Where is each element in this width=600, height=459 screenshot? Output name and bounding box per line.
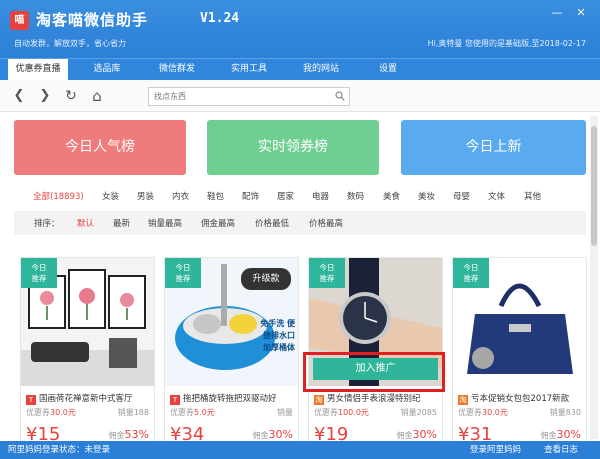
commission-rate: 佣金53% xyxy=(108,428,149,441)
sort-newest[interactable]: 最新 xyxy=(113,217,130,229)
category-all[interactable]: 全部(18893) xyxy=(33,190,84,202)
status-bar: 阿里妈妈登录状态：未登录 登录阿里妈妈 查看日志 xyxy=(0,441,600,459)
product-image: 今日 推荐 升级款 免手洗 便捷排水口 加厚桶体 xyxy=(165,258,298,386)
commission-rate: 佣金30% xyxy=(540,428,581,441)
tab-coupon-live[interactable]: 优惠券直播 xyxy=(8,59,68,81)
banner-new-today[interactable]: 今日上新 xyxy=(401,120,586,175)
recommend-badge: 今日 推荐 xyxy=(21,258,57,288)
category-other[interactable]: 其他 xyxy=(524,190,541,202)
back-button[interactable]: ❮ xyxy=(10,87,28,105)
tab-tools[interactable]: 实用工具 xyxy=(218,59,280,81)
highlight-box xyxy=(303,352,445,392)
product-card[interactable]: 今日 推荐 升级款 免手洗 便捷排水口 加厚桶体 T 拖把桶旋转拖把双驱动好 优惠券… xyxy=(164,257,299,447)
product-title[interactable]: 淘男女情侣手表浪漫特别纪 xyxy=(314,392,442,405)
app-slogan: 自动发群，解放双手，省心省力 xyxy=(14,39,126,48)
search-input[interactable] xyxy=(149,88,324,105)
category-digital[interactable]: 数码 xyxy=(347,190,364,202)
category-shoes-bags[interactable]: 鞋包 xyxy=(207,190,224,202)
product-card[interactable]: 今日 推荐 T 国画荷花禅意新中式客厅 优惠券30.0元 销量188 ¥15 佣金5… xyxy=(20,257,155,447)
forward-icon: ❯ xyxy=(39,88,51,103)
app-title: 淘客喵微信助手 xyxy=(36,11,149,29)
category-beauty[interactable]: 美妆 xyxy=(418,190,435,202)
banner-popular-today[interactable]: 今日人气榜 xyxy=(14,120,186,175)
app-logo: 喵 xyxy=(10,11,29,30)
refresh-button[interactable]: ↻ xyxy=(62,87,80,105)
home-button[interactable]: ⌂ xyxy=(88,87,106,105)
coupon-value: 优惠券5.0元 xyxy=(170,408,215,417)
coupon-value: 优惠券100.0元 xyxy=(314,408,369,417)
tmall-icon: T xyxy=(170,395,180,405)
search-icon[interactable] xyxy=(335,91,345,101)
scrollbar-thumb[interactable] xyxy=(591,126,597,246)
tab-my-site[interactable]: 我的网站 xyxy=(290,59,352,81)
minimize-button[interactable]: — xyxy=(548,6,566,20)
sales-count: 销量830 xyxy=(549,408,581,417)
search-box xyxy=(148,87,350,106)
commission-rate: 佣金30% xyxy=(252,428,293,441)
alimama-login-link[interactable]: 登录阿里妈妈 xyxy=(470,441,521,459)
sort-default[interactable]: 默认 xyxy=(77,217,94,229)
sort-bar: 排序： 默认 最新 销量最高 佣金最高 价格最低 价格最高 xyxy=(14,211,586,235)
commission-rate: 佣金30% xyxy=(396,428,437,441)
product-title[interactable]: T 国画荷花禅意新中式客厅 xyxy=(26,392,154,405)
tmall-icon: T xyxy=(26,395,36,405)
coupon-value: 优惠券30.0元 xyxy=(26,408,76,417)
product-title[interactable]: 淘亏本促销女包包2017新款 xyxy=(458,392,586,405)
sales-count: 销量2085 xyxy=(400,408,437,417)
sort-price-high[interactable]: 价格最高 xyxy=(309,217,343,229)
recommend-badge: 今日 推荐 xyxy=(165,258,201,288)
user-info: Hi,奥特曼 您使用的是基础版,至2018-02-17 xyxy=(427,39,586,48)
product-feature-text: 免手洗 便捷排水口 加厚桶体 xyxy=(260,319,295,352)
browser-nav-bar: ❮ ❯ ↻ ⌂ xyxy=(0,80,600,112)
category-men[interactable]: 男装 xyxy=(137,190,154,202)
taobao-icon: 淘 xyxy=(458,395,468,405)
login-status: 阿里妈妈登录状态：未登录 xyxy=(8,445,111,455)
vertical-scrollbar[interactable] xyxy=(590,116,598,439)
category-accessories[interactable]: 配饰 xyxy=(242,190,259,202)
sort-price-low[interactable]: 价格最低 xyxy=(255,217,289,229)
tab-settings[interactable]: 设置 xyxy=(362,59,414,81)
app-version: V1.24 xyxy=(200,11,240,26)
product-image: 今日 推荐 xyxy=(453,258,586,386)
category-home[interactable]: 居家 xyxy=(277,190,294,202)
forward-button[interactable]: ❯ xyxy=(36,87,54,105)
product-card[interactable]: 今日 推荐 淘亏本促销女包包2017新款 优惠券30.0元 销量830 ¥31 佣… xyxy=(452,257,587,447)
category-underwear[interactable]: 内衣 xyxy=(172,190,189,202)
sort-commission[interactable]: 佣金最高 xyxy=(201,217,235,229)
category-appliances[interactable]: 电器 xyxy=(312,190,329,202)
product-image: 今日 推荐 xyxy=(21,258,154,386)
sort-label: 排序： xyxy=(34,219,60,229)
sales-count: 销量188 xyxy=(117,408,149,417)
category-food[interactable]: 美食 xyxy=(383,190,400,202)
title-bar: 喵 淘客喵微信助手 V1.24 自动发群，解放双手，省心省力 Hi,奥特曼 您使… xyxy=(0,0,600,58)
recommend-badge: 今日 推荐 xyxy=(453,258,489,288)
upgrade-tag: 升级款 xyxy=(241,268,291,290)
sales-count: 销量 xyxy=(277,408,293,417)
view-log-link[interactable]: 查看日志 xyxy=(544,441,578,459)
category-baby[interactable]: 母婴 xyxy=(453,190,470,202)
category-sports[interactable]: 文体 xyxy=(488,190,505,202)
tab-wechat-broadcast[interactable]: 微信群发 xyxy=(146,59,208,81)
recommend-badge: 今日 推荐 xyxy=(309,258,345,288)
tab-product-library[interactable]: 选品库 xyxy=(78,59,136,81)
close-button[interactable]: ✕ xyxy=(572,6,590,20)
category-women[interactable]: 女装 xyxy=(102,190,119,202)
coupon-value: 优惠券30.0元 xyxy=(458,408,508,417)
sort-sales[interactable]: 销量最高 xyxy=(148,217,182,229)
banner-realtime-coupons[interactable]: 实时领券榜 xyxy=(207,120,379,175)
refresh-icon: ↻ xyxy=(65,88,77,104)
back-icon: ❮ xyxy=(13,88,25,103)
taobao-icon: 淘 xyxy=(314,395,324,405)
main-tab-bar: 优惠券直播 选品库 微信群发 实用工具 我的网站 设置 xyxy=(0,58,600,81)
product-title[interactable]: T 拖把桶旋转拖把双驱动好 xyxy=(170,392,298,405)
home-icon: ⌂ xyxy=(92,87,102,105)
category-filter: 全部(18893) 女装 男装 内衣 鞋包 配饰 居家 电器 数码 美食 美妆 … xyxy=(27,190,567,204)
